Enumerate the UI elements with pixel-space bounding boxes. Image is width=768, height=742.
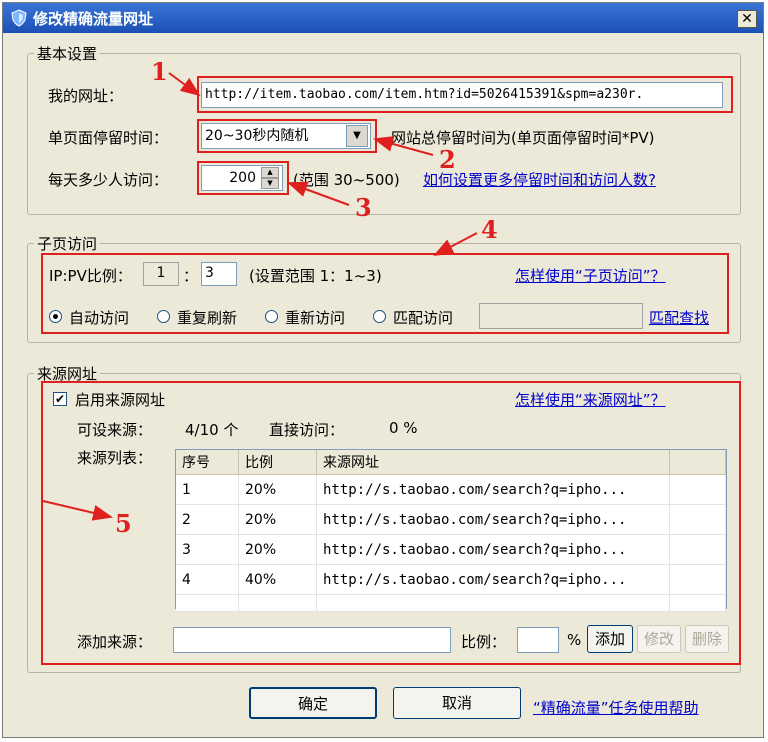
task-help-link[interactable]: “精确流量”任务使用帮助 bbox=[533, 697, 699, 718]
filler-cell bbox=[669, 594, 726, 612]
add-button[interactable]: 添加 bbox=[587, 625, 633, 653]
filler-cell bbox=[316, 594, 670, 612]
radio-match-visit-label: 匹配访问 bbox=[393, 309, 454, 327]
table-filler-row bbox=[176, 594, 726, 612]
row-index-cell: 3 bbox=[176, 534, 239, 565]
row-ratio-cell: 20% bbox=[238, 504, 317, 535]
subpage-help-link[interactable]: 怎样使用“子页访问”？ bbox=[515, 265, 666, 286]
source-list-body: 1 20% http://s.taobao.com/search?q=ipho...… bbox=[176, 474, 726, 612]
ratio-separator: ： bbox=[183, 267, 199, 285]
column-header-empty bbox=[669, 450, 726, 475]
table-row[interactable]: 3 20% http://s.taobao.com/search?q=ipho... bbox=[176, 534, 726, 565]
radio-repeat-refresh[interactable] bbox=[157, 310, 170, 323]
radio-auto-visit[interactable] bbox=[49, 310, 62, 323]
annotation-number-2: 2 bbox=[439, 145, 456, 174]
direct-visit-value: 0 % bbox=[389, 419, 418, 437]
ratio-right-input[interactable]: 3 bbox=[201, 262, 237, 286]
delete-button[interactable]: 删除 bbox=[685, 625, 729, 653]
source-list-label: 来源列表： bbox=[77, 449, 153, 467]
visitors-label: 每天多少人访问： bbox=[48, 171, 169, 189]
shield-icon bbox=[11, 9, 27, 27]
url-label: 我的网址： bbox=[48, 87, 124, 105]
table-row[interactable]: 4 40% http://s.taobao.com/search?q=ipho... bbox=[176, 564, 726, 595]
add-source-input[interactable] bbox=[173, 627, 451, 653]
table-row[interactable]: 2 20% http://s.taobao.com/search?q=ipho... bbox=[176, 504, 726, 535]
row-ratio-cell: 20% bbox=[238, 474, 317, 505]
total-stay-note: 网站总停留时间为(单页面停留时间*PV) bbox=[391, 129, 655, 147]
match-input[interactable] bbox=[479, 303, 643, 329]
radio-match-visit[interactable] bbox=[373, 310, 386, 323]
ratio-label: 比例： bbox=[461, 633, 507, 651]
direct-visit-label: 直接访问： bbox=[269, 421, 345, 439]
basic-settings-legend: 基本设置 bbox=[37, 45, 98, 63]
column-header-ratio[interactable]: 比例 bbox=[238, 450, 317, 475]
ip-pv-ratio-label: IP:PV比例： bbox=[49, 267, 132, 285]
radio-repeat-refresh-label: 重复刷新 bbox=[177, 309, 238, 327]
radio-auto-visit-label: 自动访问 bbox=[69, 309, 130, 327]
ratio-left-field: 1 bbox=[143, 262, 179, 286]
percent-sign: % bbox=[567, 631, 582, 649]
row-empty-cell bbox=[669, 534, 726, 565]
annotation-number-5: 5 bbox=[115, 509, 132, 538]
ratio-input[interactable] bbox=[517, 627, 559, 653]
enable-source-label: 启用来源网址 bbox=[75, 391, 166, 409]
row-url-cell: http://s.taobao.com/search?q=ipho... bbox=[316, 474, 670, 505]
annotation-box-3 bbox=[197, 161, 289, 195]
radio-revisit[interactable] bbox=[265, 310, 278, 323]
row-index-cell: 2 bbox=[176, 504, 239, 535]
row-ratio-cell: 40% bbox=[238, 564, 317, 595]
window-title: 修改精确流量网址 bbox=[33, 10, 154, 28]
enable-source-checkbox[interactable]: ✔ bbox=[53, 392, 67, 406]
column-header-index[interactable]: 序号 bbox=[176, 450, 239, 475]
row-url-cell: http://s.taobao.com/search?q=ipho... bbox=[316, 564, 670, 595]
filler-cell bbox=[176, 594, 239, 612]
row-index-cell: 1 bbox=[176, 474, 239, 505]
annotation-box-1 bbox=[197, 76, 733, 113]
row-index-cell: 4 bbox=[176, 564, 239, 595]
subpage-legend: 子页访问 bbox=[37, 235, 98, 253]
annotation-number-1: 1 bbox=[151, 57, 168, 86]
stay-visitors-help-link[interactable]: 如何设置更多停留时间和访问人数? bbox=[423, 169, 656, 190]
row-empty-cell bbox=[669, 474, 726, 505]
table-row[interactable]: 1 20% http://s.taobao.com/search?q=ipho... bbox=[176, 474, 726, 505]
table-header-row: 序号 比例 来源网址 bbox=[176, 450, 726, 475]
annotation-box-2 bbox=[197, 119, 377, 153]
row-empty-cell bbox=[669, 564, 726, 595]
add-source-label: 添加来源： bbox=[77, 633, 153, 651]
settable-label: 可设来源： bbox=[77, 421, 153, 439]
ratio-range: (设置范围 1：1~3) bbox=[249, 267, 382, 285]
annotation-number-3: 3 bbox=[355, 193, 372, 222]
annotation-number-4: 4 bbox=[481, 215, 498, 244]
stay-time-label: 单页面停留时间： bbox=[48, 129, 169, 147]
column-header-url[interactable]: 来源网址 bbox=[316, 450, 670, 475]
source-list-table: 序号 比例 来源网址 1 20% http://s.taobao.com/searc… bbox=[176, 450, 726, 612]
dialog-window: 修改精确流量网址 ✕ 基本设置 我的网址： http://item.taobao… bbox=[2, 2, 764, 738]
visitors-range: (范围 30~500) bbox=[293, 171, 400, 189]
cancel-button[interactable]: 取消 bbox=[393, 687, 521, 719]
filler-cell bbox=[238, 594, 317, 612]
settable-value: 4/10 个 bbox=[185, 421, 239, 439]
match-search-link[interactable]: 匹配查找 bbox=[649, 307, 709, 328]
row-url-cell: http://s.taobao.com/search?q=ipho... bbox=[316, 534, 670, 565]
radio-revisit-label: 重新访问 bbox=[285, 309, 346, 327]
ok-button[interactable]: 确定 bbox=[249, 687, 377, 719]
close-button[interactable]: ✕ bbox=[737, 10, 757, 28]
row-url-cell: http://s.taobao.com/search?q=ipho... bbox=[316, 504, 670, 535]
source-help-link[interactable]: 怎样使用“来源网址”？ bbox=[515, 389, 666, 410]
title-bar[interactable]: 修改精确流量网址 ✕ bbox=[3, 3, 763, 33]
row-empty-cell bbox=[669, 504, 726, 535]
edit-button[interactable]: 修改 bbox=[637, 625, 681, 653]
row-ratio-cell: 20% bbox=[238, 534, 317, 565]
